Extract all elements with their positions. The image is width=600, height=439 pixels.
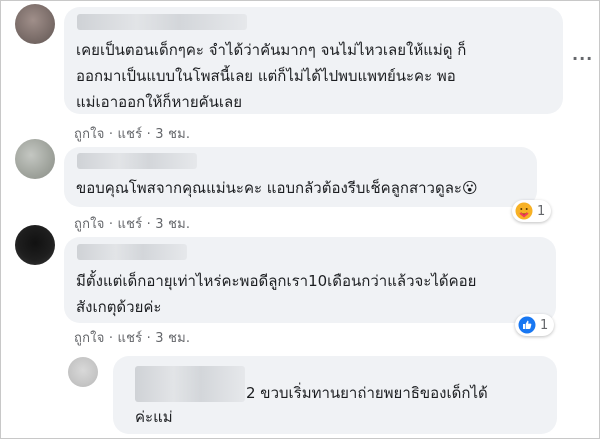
comment-text-line: มีตั้งแต่เด็กอายุเท่าไหร่คะพอดีลูกเรา10เ…	[76, 272, 477, 290]
like-reaction-icon	[518, 316, 536, 334]
comment-actions[interactable]: ถูกใจ · แชร์ · 3 ชม.	[74, 123, 190, 144]
comment-text-line: ขอบคุณโพสจากคุณแม่นะคะ แอบกลัวต้องรีบเช็…	[76, 179, 478, 197]
avatar[interactable]	[68, 357, 98, 387]
more-options-icon[interactable]: ···	[572, 49, 593, 68]
comment-text-line: แม่เอาออกให้ก็หายคันเลย	[76, 93, 243, 111]
reaction-count[interactable]: 1	[515, 314, 555, 336]
comment-actions[interactable]: ถูกใจ · แชร์ · 3 ชม.	[74, 213, 190, 234]
commenter-name[interactable]	[135, 366, 245, 402]
care-reaction-icon	[515, 202, 533, 220]
comment-text-line: ค่ะแม่	[135, 408, 173, 426]
comment-text-line: ออกมาเป็นแบบในโพสนี้เลย แต่ก็ไม่ได้ไปพบแ…	[76, 67, 456, 85]
commenter-name[interactable]	[77, 153, 197, 169]
commenter-name[interactable]	[77, 244, 187, 260]
reaction-count[interactable]: 1	[512, 200, 552, 222]
comment-actions[interactable]: ถูกใจ · แชร์ · 3 ชม.	[74, 327, 190, 348]
reaction-number: 1	[540, 317, 549, 333]
comment-text-line: สังเกตุด้วยค่ะ	[76, 298, 162, 316]
reply-bubble: 2 ขวบเริ่มทานยาถ่ายพยาธิของเด็กได้ ค่ะแม…	[113, 356, 557, 434]
avatar[interactable]	[15, 4, 55, 44]
comment-text-line: 2 ขวบเริ่มทานยาถ่ายพยาธิของเด็กได้	[246, 384, 488, 402]
comment-thread: เคยเป็นตอนเด็กๆคะ จำได้ว่าคันมากๆ จนไม่ไ…	[0, 0, 600, 439]
avatar[interactable]	[15, 225, 55, 265]
comment-bubble: เคยเป็นตอนเด็กๆคะ จำได้ว่าคันมากๆ จนไม่ไ…	[64, 7, 563, 114]
avatar[interactable]	[15, 139, 55, 179]
comment-bubble: มีตั้งแต่เด็กอายุเท่าไหร่คะพอดีลูกเรา10เ…	[64, 237, 556, 323]
commenter-name[interactable]	[77, 14, 247, 30]
reaction-number: 1	[537, 203, 546, 219]
comment-bubble: ขอบคุณโพสจากคุณแม่นะคะ แอบกลัวต้องรีบเช็…	[64, 147, 537, 207]
comment-text-line: เคยเป็นตอนเด็กๆคะ จำได้ว่าคันมากๆ จนไม่ไ…	[76, 41, 467, 59]
